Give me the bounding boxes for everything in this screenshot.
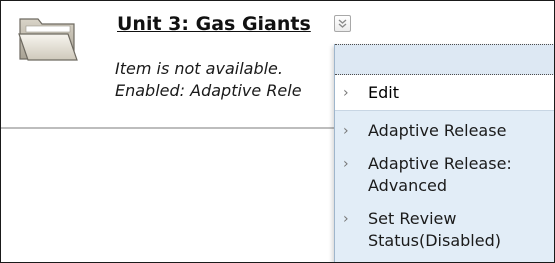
menu-item-adaptive-release-advanced[interactable]: › Adaptive Release: Advanced (335, 153, 554, 197)
context-menu: › Edit › Adaptive Release › Adaptive Rel… (334, 44, 554, 262)
divider (1, 127, 334, 129)
menu-item-label: Edit (368, 83, 399, 102)
availability-status: Item is not available. (115, 59, 283, 78)
content-item-frame: Unit 3: Gas Giants Item is not available… (0, 0, 555, 263)
menu-item-adaptive-release[interactable]: › Adaptive Release (335, 120, 554, 142)
menu-item-label: Set Review Status(Disabled) (368, 209, 501, 250)
menu-item-label: Adaptive Release: Advanced (368, 154, 512, 195)
menu-item-set-review-status[interactable]: › Set Review Status(Disabled) (335, 208, 554, 252)
chevron-right-icon: › (343, 85, 349, 101)
chevron-right-icon: › (343, 123, 349, 139)
adaptive-release-status: Enabled: Adaptive Rele (115, 81, 302, 100)
chevron-right-icon: › (343, 211, 349, 227)
double-chevron-down-icon[interactable] (334, 15, 351, 32)
menu-item-edit[interactable]: › Edit (335, 75, 554, 111)
menu-item-label: Adaptive Release (368, 121, 507, 140)
chevron-right-icon: › (343, 156, 349, 172)
folder-icon (16, 11, 80, 65)
item-title-link[interactable]: Unit 3: Gas Giants (117, 13, 311, 35)
context-menu-header (335, 44, 554, 75)
